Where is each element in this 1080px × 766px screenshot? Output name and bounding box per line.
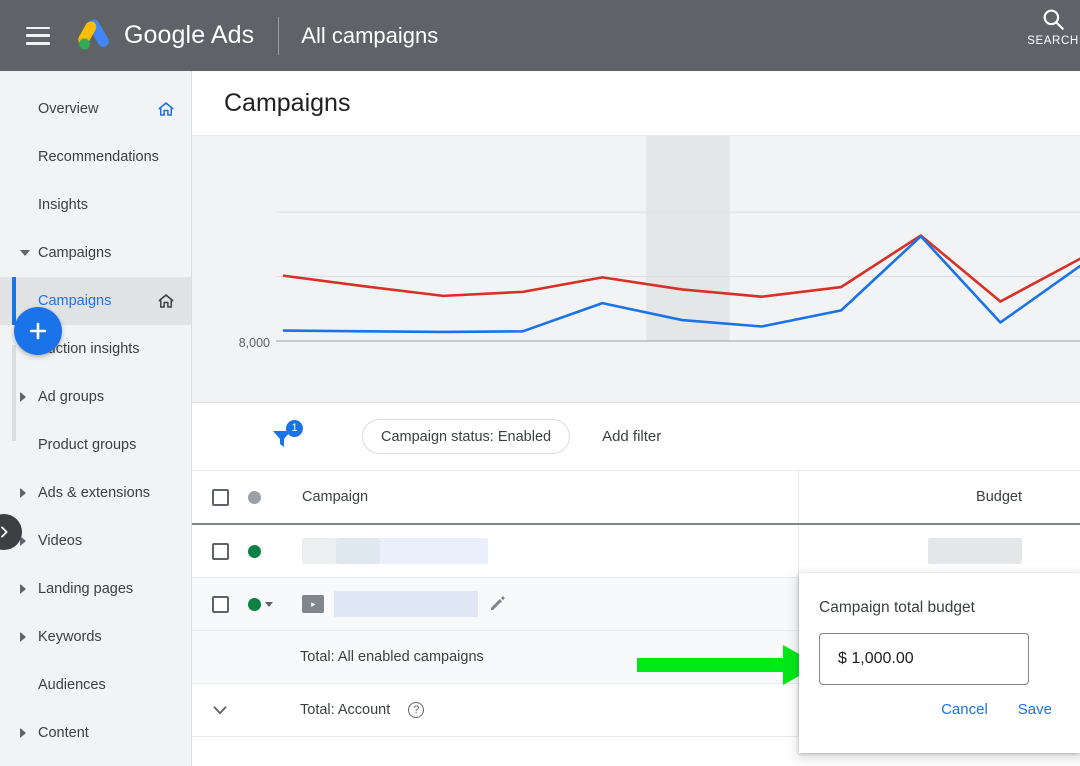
column-header-budget[interactable]: Budget: [798, 471, 1080, 523]
sidebar-item-keywords[interactable]: Keywords: [0, 613, 191, 661]
home-icon: [157, 292, 175, 310]
checkbox-unchecked-icon[interactable]: [211, 595, 229, 613]
filter-chip-campaign-status[interactable]: Campaign status: Enabled: [362, 419, 571, 454]
plus-icon: [29, 322, 47, 340]
budget-amount-input[interactable]: $ 1,000.00: [819, 633, 1029, 685]
help-circle-icon[interactable]: ?: [408, 702, 425, 718]
sidebar-item-ad-groups[interactable]: Ad groups: [0, 373, 191, 421]
cancel-button[interactable]: Cancel: [941, 701, 988, 718]
sidebar-item-label: Audiences: [38, 677, 106, 693]
sidebar-item-label: Product groups: [38, 437, 137, 453]
hamburger-menu-icon[interactable]: [26, 26, 50, 45]
home-icon: [157, 100, 175, 118]
chart-plot-area: [192, 136, 1080, 402]
redacted-text-block: [336, 538, 380, 564]
save-button[interactable]: Save: [1018, 701, 1052, 718]
sidebar-item-ads-extensions[interactable]: Ads & extensions: [0, 469, 191, 517]
chevron-right-icon: [20, 392, 26, 402]
table-header-row: Campaign Budget: [192, 471, 1080, 525]
filter-button[interactable]: 1: [270, 419, 304, 452]
google-ads-campaigns-screen: Google Ads All campaigns SEARCH Overview…: [0, 0, 1080, 766]
filter-chip-label: Campaign status: Enabled: [381, 428, 552, 445]
checkbox-unchecked-icon[interactable]: [211, 542, 229, 560]
row-status-cell[interactable]: [248, 544, 294, 558]
sidebar-item-label: Overview: [38, 101, 99, 117]
sidebar-navigation: Overview Recommendations Insights Campai…: [0, 71, 192, 766]
sidebar-item-insights[interactable]: Insights: [0, 181, 191, 229]
video-campaign-icon: [302, 595, 324, 613]
chevron-right-icon: [1, 526, 8, 538]
redacted-text-block: [380, 538, 488, 564]
sidebar-item-label: Keywords: [38, 629, 102, 645]
status-header-cell: [248, 490, 294, 504]
checkbox-unchecked-icon[interactable]: [211, 488, 229, 506]
budget-popup-label: Campaign total budget: [819, 599, 975, 616]
sidebar-item-product-groups[interactable]: Product groups: [0, 421, 191, 469]
sidebar-item-label: Insights: [38, 197, 88, 213]
campaign-budget-popup: Campaign total budget $ 1,000.00 Cancel …: [799, 573, 1080, 753]
status-dot-gray: [248, 490, 261, 504]
total-account-label: Total: Account: [300, 702, 391, 718]
campaign-budget-cell[interactable]: [798, 525, 1080, 577]
green-arrow-right: [637, 645, 819, 685]
search-icon: [1043, 9, 1064, 30]
google-ads-logo: [78, 18, 109, 49]
campaign-name-cell[interactable]: [294, 538, 798, 564]
search-button[interactable]: SEARCH: [1014, 6, 1080, 47]
sidebar-item-content[interactable]: Content: [0, 709, 191, 757]
row-select-cell: [192, 595, 248, 613]
sidebar-item-label: Ad groups: [38, 389, 105, 405]
chevron-right-icon: [20, 632, 26, 642]
page-header: Campaigns: [192, 71, 1080, 136]
sidebar-group-campaigns[interactable]: Campaigns: [0, 229, 191, 277]
expand-total-account-button[interactable]: [192, 699, 248, 721]
redacted-text-block: [302, 538, 336, 564]
status-dot-green: [248, 597, 261, 611]
redacted-text-block: [928, 538, 1022, 564]
sidebar-item-audiences[interactable]: Audiences: [0, 661, 191, 709]
add-campaign-button[interactable]: [14, 307, 62, 355]
chevron-right-icon: [20, 584, 26, 594]
sidebar-item-landing-pages[interactable]: Landing pages: [0, 565, 191, 613]
chevron-right-icon: [20, 728, 26, 738]
chevron-right-icon: [20, 488, 26, 498]
total-account-label-wrap: Total: Account ?: [248, 702, 798, 718]
column-header-campaign[interactable]: Campaign: [294, 489, 798, 505]
table-row[interactable]: [192, 525, 1080, 578]
row-select-cell: [192, 542, 248, 560]
filter-count-badge: 1: [286, 419, 303, 437]
sidebar-item-recommendations[interactable]: Recommendations: [0, 133, 191, 181]
sidebar-item-label: Videos: [38, 533, 83, 549]
sidebar-item-videos[interactable]: Videos: [0, 517, 191, 565]
chevron-down-icon[interactable]: [265, 601, 273, 607]
page-title: Campaigns: [224, 88, 351, 117]
edit-pencil-icon[interactable]: [488, 595, 506, 613]
sidebar-item-label: Recommendations: [38, 149, 159, 165]
sidebar-item-label: Landing pages: [38, 581, 134, 597]
filter-bar: 1 Campaign status: Enabled Add filter: [192, 403, 1080, 471]
sidebar-item-label: Content: [38, 725, 89, 741]
campaign-name-cell[interactable]: [294, 591, 798, 617]
chevron-down-icon: [213, 706, 227, 715]
budget-popup-actions: Cancel Save: [819, 701, 1056, 718]
account-context-label: All campaigns: [301, 22, 439, 48]
row-status-cell[interactable]: [248, 597, 294, 611]
brand-title: Google Ads: [124, 21, 255, 49]
add-filter-button[interactable]: Add filter: [602, 428, 661, 445]
y-axis-tick-8000: 8,000: [238, 336, 270, 350]
performance-chart: 8,000 4,000 0 Aug 17, 2022: [192, 136, 1080, 403]
search-label: SEARCH: [1027, 35, 1079, 47]
sidebar-item-label: Ads & extensions: [38, 485, 151, 501]
header-divider: [278, 16, 280, 55]
status-dot-green: [248, 544, 261, 558]
chevron-down-icon: [20, 250, 30, 256]
sidebar-item-overview[interactable]: Overview: [0, 85, 191, 133]
sidebar-item-label: Campaigns: [38, 293, 112, 309]
select-all-cell: [192, 488, 248, 506]
top-app-bar: Google Ads All campaigns SEARCH: [0, 0, 1080, 71]
redacted-text-block: [334, 591, 478, 617]
sidebar-item-label: Campaigns: [38, 245, 112, 261]
